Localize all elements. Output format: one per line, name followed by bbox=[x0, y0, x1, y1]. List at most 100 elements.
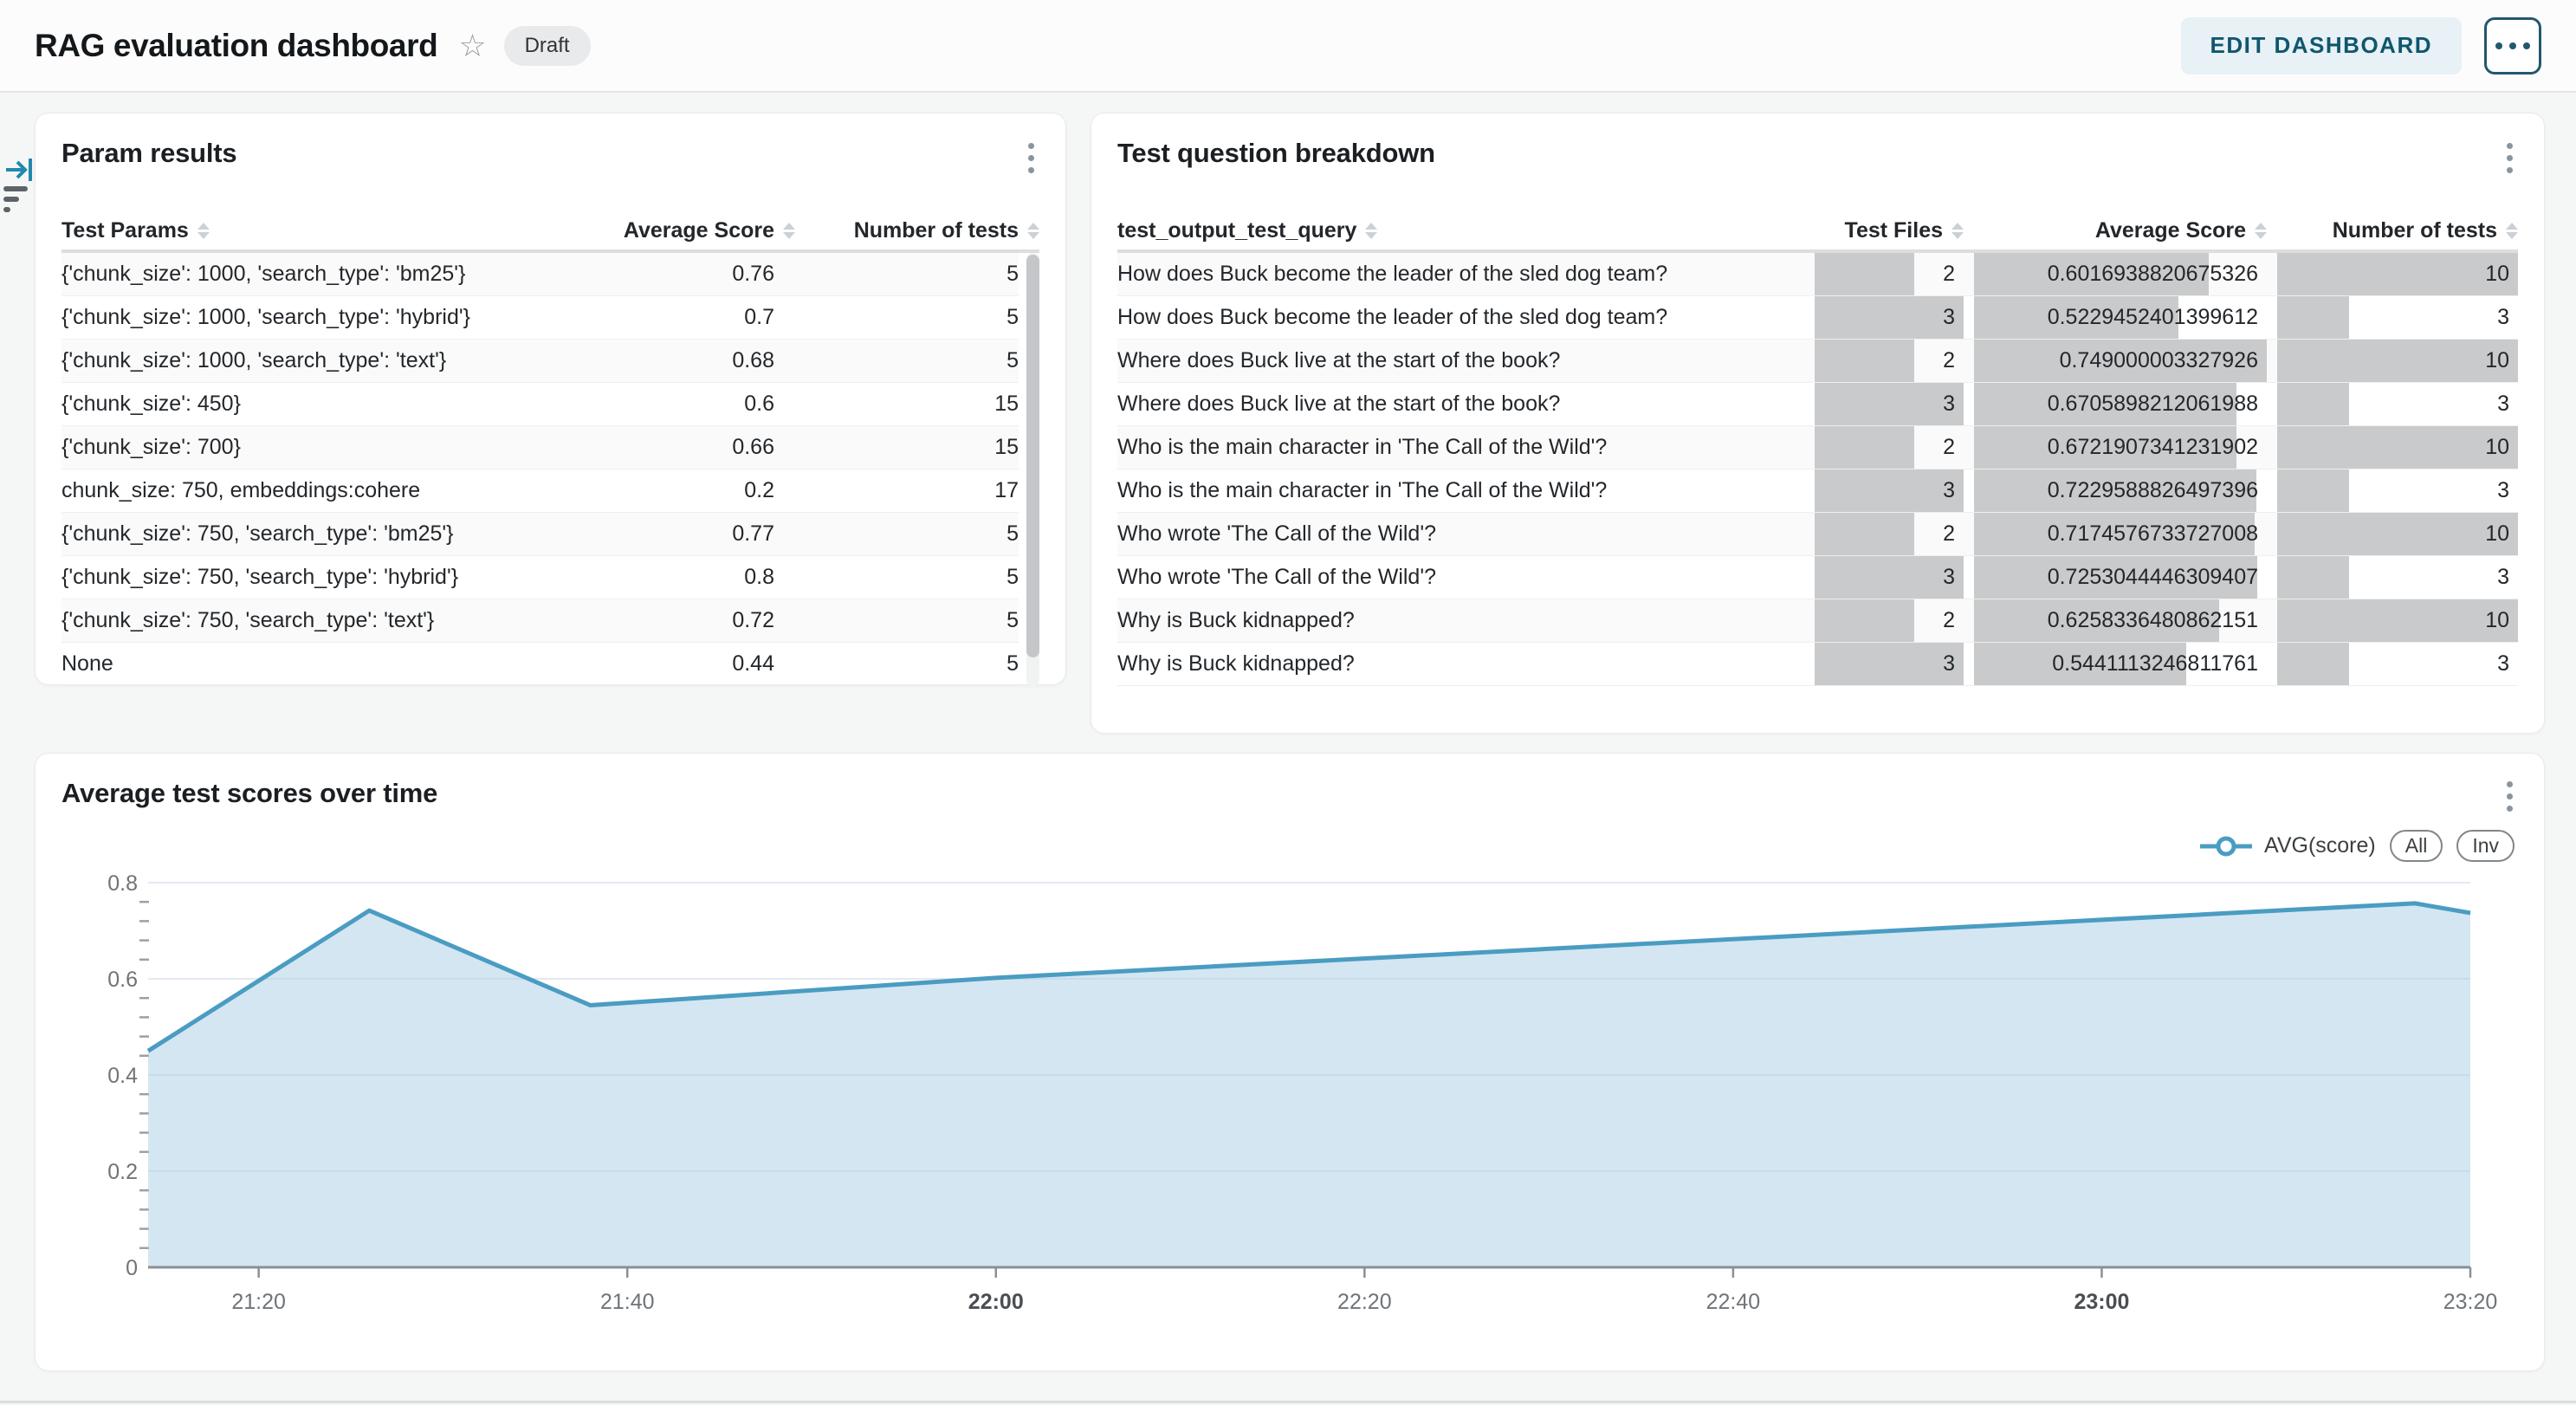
table-scrollbar[interactable] bbox=[1026, 253, 1039, 686]
table-row: {'chunk_size': 700}0.6615 bbox=[61, 426, 1019, 469]
param-results-panel: Param results Test Params Average Score … bbox=[35, 113, 1066, 685]
table-row: {'chunk_size': 450}0.6 15 bbox=[61, 383, 1019, 426]
panel-title: Param results bbox=[61, 138, 236, 169]
cell-average-score: 0.5229452401399612 bbox=[1974, 296, 2267, 339]
table-row: Where does Buck live at the start of the… bbox=[1117, 340, 2518, 383]
cell-test-query: Who is the main character in 'The Call o… bbox=[1117, 426, 1804, 469]
column-header-average-score[interactable]: Average Score bbox=[587, 218, 795, 243]
cell-test-query: Where does Buck live at the start of the… bbox=[1117, 340, 1804, 382]
cell-test-params: chunk_size: 750, embeddings:cohere bbox=[61, 469, 556, 512]
cell-number-of-tests: 3 bbox=[2277, 643, 2518, 685]
data-bar bbox=[2277, 599, 2518, 642]
cell-average-score: 0.66 bbox=[566, 426, 774, 469]
cell-number-of-tests: 17 bbox=[785, 469, 1019, 512]
table-row: Where does Buck live at the start of the… bbox=[1117, 383, 2518, 426]
favorite-star-icon[interactable]: ☆ bbox=[458, 30, 486, 62]
column-header-test-files[interactable]: Test Files bbox=[1815, 218, 1964, 243]
cell-test-params: {'chunk_size': 750, 'search_type': 'text… bbox=[61, 599, 556, 642]
table-row: Why is Buck kidnapped?20.625833648086215… bbox=[1117, 599, 2518, 643]
table-row: {'chunk_size': 1000, 'search_type': 'bm2… bbox=[61, 253, 1019, 296]
ellipsis-icon bbox=[2495, 42, 2502, 49]
table-row: chunk_size: 750, embeddings:cohere0.2 17 bbox=[61, 469, 1019, 513]
table-row: How does Buck become the leader of the s… bbox=[1117, 253, 2518, 296]
data-bar bbox=[1815, 253, 1914, 295]
cell-test-files: 3 bbox=[1815, 469, 1964, 512]
legend-inv-button[interactable]: Inv bbox=[2456, 830, 2515, 862]
legend-label: AVG(score) bbox=[2264, 833, 2376, 858]
panel-menu-icon[interactable] bbox=[2502, 138, 2518, 178]
cell-test-query: Who is the main character in 'The Call o… bbox=[1117, 469, 1804, 512]
cell-test-params: {'chunk_size': 450} bbox=[61, 383, 556, 425]
x-axis-label: 22:20 bbox=[1337, 1290, 1392, 1314]
table-row: Who is the main character in 'The Call o… bbox=[1117, 426, 2518, 469]
data-bar bbox=[2277, 340, 2518, 382]
cell-average-score: 0.6 bbox=[566, 383, 774, 425]
cell-number-of-tests: 3 bbox=[2277, 469, 2518, 512]
x-axis-label: 22:40 bbox=[1706, 1290, 1761, 1314]
scrollbar-thumb[interactable] bbox=[1026, 255, 1039, 657]
table-row: How does Buck become the leader of the s… bbox=[1117, 296, 2518, 340]
y-axis-label: 0.4 bbox=[107, 1064, 138, 1088]
collapse-sidebar-icon[interactable] bbox=[5, 155, 35, 189]
cell-average-score: 0.6705898212061988 bbox=[1974, 383, 2267, 425]
column-header-average-score[interactable]: Average Score bbox=[1974, 218, 2267, 243]
data-bar bbox=[2277, 556, 2349, 599]
cell-average-score: 0.76 bbox=[566, 253, 774, 295]
legend-series-avg-score[interactable]: AVG(score) bbox=[2198, 833, 2376, 858]
data-bar bbox=[2277, 426, 2518, 469]
cell-average-score: 0.72 bbox=[566, 599, 774, 642]
panel-menu-icon[interactable] bbox=[1023, 138, 1039, 178]
bottom-divider bbox=[0, 1401, 2576, 1403]
cell-test-params: None bbox=[61, 643, 556, 685]
table-row: Why is Buck kidnapped?30.544111324681176… bbox=[1117, 643, 2518, 686]
dashboard-content: Param results Test Params Average Score … bbox=[0, 93, 2576, 1403]
edit-dashboard-button[interactable]: EDIT DASHBOARD bbox=[2181, 17, 2462, 74]
cell-test-params: {'chunk_size': 750, 'search_type': 'bm25… bbox=[61, 513, 556, 555]
param-results-rows: {'chunk_size': 1000, 'search_type': 'bm2… bbox=[61, 253, 1019, 686]
cell-test-params: {'chunk_size': 750, 'search_type': 'hybr… bbox=[61, 556, 556, 599]
cell-test-query: Who wrote 'The Call of the Wild'? bbox=[1117, 556, 1804, 599]
table-row: None0.445 bbox=[61, 643, 1019, 686]
column-header-test-query[interactable]: test_output_test_query bbox=[1117, 218, 1804, 243]
x-axis-label: 23:20 bbox=[2443, 1290, 2498, 1314]
table-row: {'chunk_size': 750, 'search_type': 'text… bbox=[61, 599, 1019, 643]
more-options-button[interactable] bbox=[2484, 17, 2541, 74]
x-axis-label: 22:00 bbox=[968, 1290, 1024, 1314]
cell-average-score: 0.68 bbox=[566, 340, 774, 382]
cell-average-score: 0.77 bbox=[566, 513, 774, 555]
data-bar bbox=[2277, 513, 2518, 555]
cell-test-params: {'chunk_size': 1000, 'search_type': 'hyb… bbox=[61, 296, 556, 339]
y-axis-label: 0.8 bbox=[107, 871, 138, 896]
cell-test-query: How does Buck become the leader of the s… bbox=[1117, 253, 1804, 295]
cell-test-files: 3 bbox=[1815, 643, 1964, 685]
data-bar bbox=[1815, 469, 1964, 512]
sort-icon bbox=[783, 223, 795, 239]
cell-test-files: 2 bbox=[1815, 599, 1964, 642]
column-header-number-of-tests[interactable]: Number of tests bbox=[2277, 218, 2518, 243]
cell-number-of-tests: 15 bbox=[785, 383, 1019, 425]
cell-average-score: 0.2 bbox=[566, 469, 774, 512]
data-bar bbox=[1815, 383, 1964, 425]
filter-icon[interactable] bbox=[3, 186, 28, 212]
cell-average-score: 0.7229588826497396 bbox=[1974, 469, 2267, 512]
x-axis-label: 23:00 bbox=[2074, 1290, 2129, 1314]
y-axis-label: 0.2 bbox=[107, 1160, 138, 1184]
cell-test-params: {'chunk_size': 700} bbox=[61, 426, 556, 469]
sort-icon bbox=[2255, 223, 2267, 239]
top-header-bar: RAG evaluation dashboard ☆ Draft EDIT DA… bbox=[0, 0, 2576, 93]
legend-all-button[interactable]: All bbox=[2390, 830, 2443, 862]
cell-number-of-tests: 3 bbox=[2277, 296, 2518, 339]
chart-panel: Average test scores over time AVG(score)… bbox=[35, 753, 2545, 1371]
cell-test-files: 3 bbox=[1815, 556, 1964, 599]
column-header-number-of-tests[interactable]: Number of tests bbox=[806, 218, 1039, 243]
column-header-test-params[interactable]: Test Params bbox=[61, 218, 577, 243]
question-breakdown-rows: How does Buck become the leader of the s… bbox=[1117, 253, 2518, 686]
page-title: RAG evaluation dashboard bbox=[35, 28, 437, 64]
cell-test-files: 2 bbox=[1815, 340, 1964, 382]
param-results-table: Test Params Average Score Number of test… bbox=[36, 211, 1065, 686]
y-axis-label: 0.6 bbox=[107, 968, 138, 992]
panel-menu-icon[interactable] bbox=[2502, 776, 2518, 817]
cell-number-of-tests: 5 bbox=[785, 556, 1019, 599]
table-row: Who wrote 'The Call of the Wild'?30.7253… bbox=[1117, 556, 2518, 599]
area-chart: 00.20.40.60.821:2021:4022:0022:2022:4023… bbox=[61, 871, 2520, 1330]
